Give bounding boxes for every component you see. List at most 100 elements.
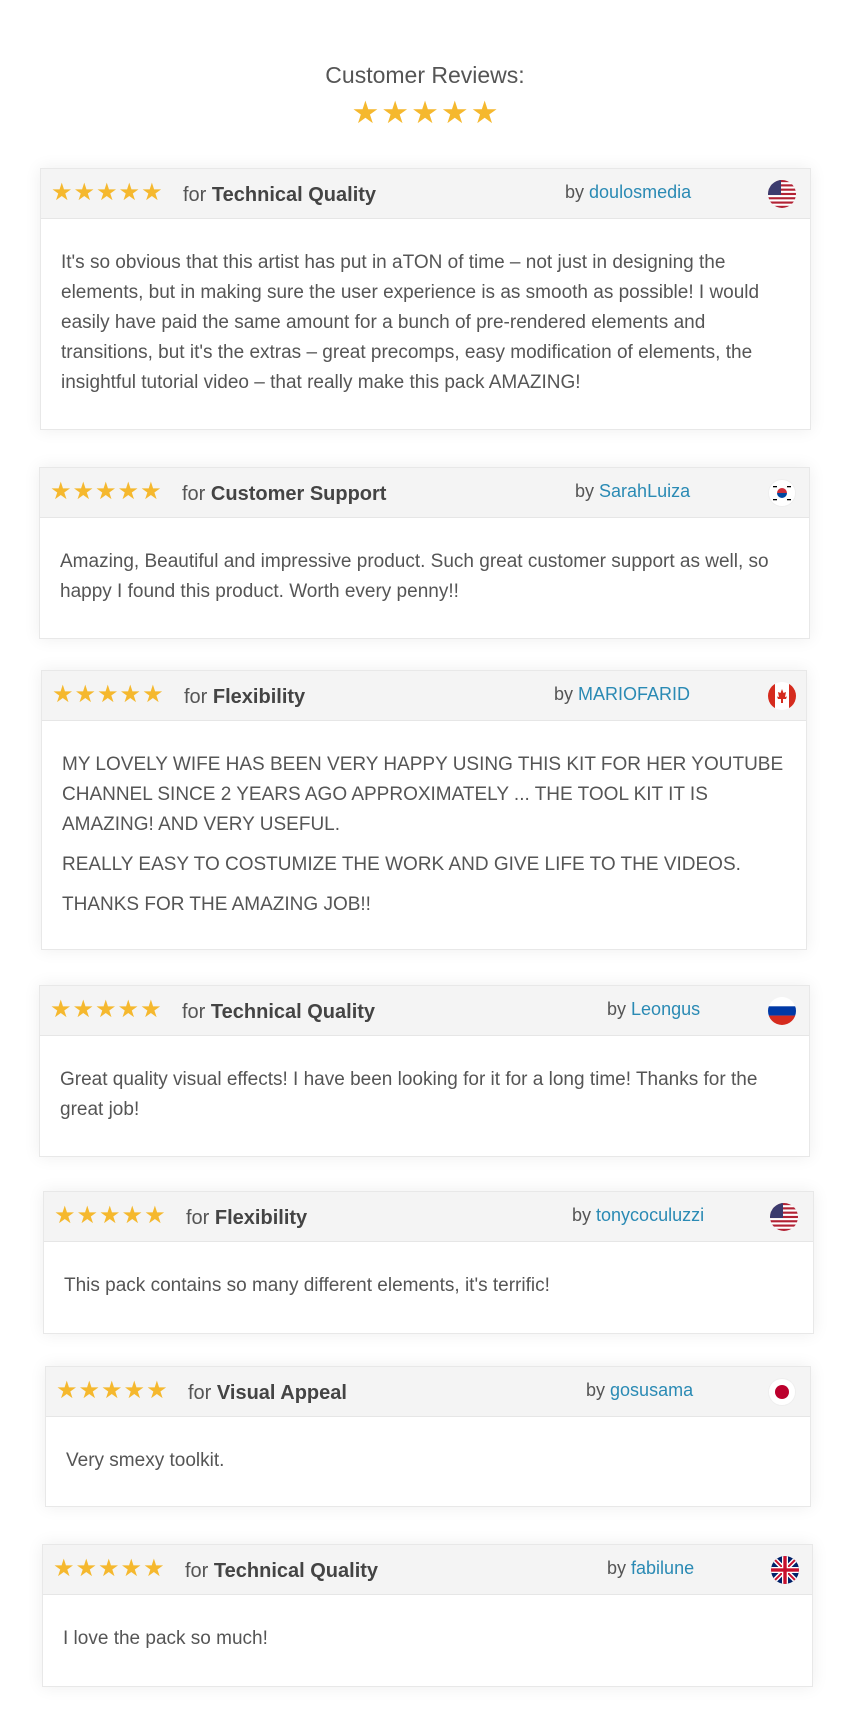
- review-paragraph: REALLY EASY TO COSTUMIZE THE WORK AND GI…: [62, 854, 741, 875]
- review-text: I love the pack so much!: [43, 1595, 812, 1674]
- star-icon: ★: [95, 478, 117, 505]
- star-icon: ★: [117, 478, 140, 505]
- star-icon: ★: [53, 1555, 75, 1582]
- overall-rating-stars: ★★★★★: [0, 95, 850, 131]
- review-card-header: ★★★★★ for Visual Appeal by gosusama: [46, 1367, 810, 1417]
- star-icon: ★: [74, 681, 97, 708]
- review-card-header: ★★★★★ for Customer Support by SarahLuiza: [40, 468, 809, 518]
- jp-flag-icon: [768, 1378, 796, 1406]
- review-card: ★★★★★ for Technical Quality by Leongus G…: [39, 985, 810, 1157]
- review-author-link[interactable]: SarahLuiza: [599, 481, 690, 501]
- review-paragraph: This pack contains so many different ele…: [64, 1275, 550, 1296]
- review-paragraph: It's so obvious that this artist has put…: [61, 252, 760, 393]
- review-text: Amazing, Beautiful and impressive produc…: [40, 518, 809, 627]
- review-author-link[interactable]: tonycoculuzzi: [596, 1205, 704, 1225]
- review-text: Very smexy toolkit.: [46, 1417, 810, 1496]
- star-icon: ★: [351, 95, 380, 130]
- star-icon: ★: [411, 95, 439, 130]
- review-rating-stars: ★★★★★: [51, 179, 164, 207]
- star-icon: ★: [140, 996, 162, 1023]
- star-icon: ★: [72, 996, 95, 1023]
- review-paragraph: Very smexy toolkit.: [66, 1450, 225, 1471]
- review-rating-stars: ★★★★★: [50, 996, 163, 1024]
- star-icon: ★: [117, 996, 140, 1023]
- review-paragraph: Great quality visual effects! I have bee…: [60, 1069, 758, 1120]
- review-paragraph: Amazing, Beautiful and impressive produc…: [60, 551, 769, 602]
- review-card-header: ★★★★★ for Flexibility by MARIOFARID: [42, 671, 806, 721]
- review-card-header: ★★★★★ for Technical Quality by fabilune: [43, 1545, 812, 1595]
- ca-flag-icon: [768, 682, 796, 710]
- review-category: for Visual Appeal: [188, 1382, 347, 1404]
- us-flag-icon: [770, 1203, 798, 1231]
- star-icon: ★: [97, 681, 119, 708]
- kr-flag-icon: [768, 479, 796, 507]
- review-author-link[interactable]: doulosmedia: [589, 182, 691, 202]
- star-icon: ★: [143, 1555, 165, 1582]
- review-rating-stars: ★★★★★: [50, 478, 163, 506]
- star-icon: ★: [118, 179, 141, 206]
- reviews-header: Customer Reviews: ★★★★★: [0, 62, 850, 131]
- star-icon: ★: [141, 179, 163, 206]
- review-category: for Technical Quality: [182, 1001, 376, 1023]
- review-category: for Flexibility: [184, 686, 306, 708]
- ru-flag-icon: [768, 997, 796, 1025]
- review-author-link[interactable]: gosusama: [610, 1380, 693, 1400]
- review-card: ★★★★★ for Flexibility by MARIOFARID MY L…: [41, 670, 807, 950]
- star-icon: ★: [98, 1555, 120, 1582]
- us-flag-icon: [768, 180, 796, 208]
- star-icon: ★: [101, 1377, 123, 1404]
- star-icon: ★: [99, 1202, 121, 1229]
- star-icon: ★: [470, 95, 499, 130]
- star-icon: ★: [72, 478, 95, 505]
- star-icon: ★: [140, 478, 162, 505]
- review-card-header: ★★★★★ for Technical Quality by Leongus: [40, 986, 809, 1036]
- star-icon: ★: [142, 681, 164, 708]
- star-icon: ★: [76, 1202, 99, 1229]
- review-rating-stars: ★★★★★: [53, 1555, 166, 1583]
- review-category: for Customer Support: [182, 483, 387, 505]
- review-card: ★★★★★ for Visual Appeal by gosusama Very…: [45, 1366, 811, 1507]
- review-author-line: by gosusama: [586, 1380, 694, 1400]
- star-icon: ★: [146, 1377, 168, 1404]
- review-card-header: ★★★★★ for Flexibility by tonycoculuzzi: [44, 1192, 813, 1242]
- star-icon: ★: [50, 996, 72, 1023]
- uk-flag-icon: [771, 1556, 799, 1584]
- review-category: for Technical Quality: [185, 1560, 379, 1582]
- review-text: Great quality visual effects! I have bee…: [40, 1036, 809, 1145]
- star-icon: ★: [51, 179, 73, 206]
- review-category: for Technical Quality: [183, 184, 377, 206]
- star-icon: ★: [121, 1202, 144, 1229]
- review-author-link[interactable]: fabilune: [631, 1558, 694, 1578]
- review-card: ★★★★★ for Flexibility by tonycoculuzzi T…: [43, 1191, 814, 1334]
- reviews-title: Customer Reviews:: [325, 62, 525, 88]
- review-rating-stars: ★★★★★: [56, 1377, 169, 1405]
- review-author-line: by tonycoculuzzi: [572, 1205, 705, 1225]
- star-icon: ★: [96, 179, 118, 206]
- review-author-line: by fabilune: [607, 1558, 695, 1578]
- review-author-link[interactable]: MARIOFARID: [578, 684, 690, 704]
- star-icon: ★: [78, 1377, 101, 1404]
- star-icon: ★: [56, 1377, 78, 1404]
- star-icon: ★: [75, 1555, 98, 1582]
- star-icon: ★: [120, 1555, 143, 1582]
- review-author-line: by SarahLuiza: [575, 481, 691, 501]
- star-icon: ★: [381, 95, 410, 130]
- star-icon: ★: [119, 681, 142, 708]
- review-card-header: ★★★★★ for Technical Quality by doulosmed…: [41, 169, 810, 219]
- review-author-line: by Leongus: [607, 999, 701, 1019]
- review-paragraph: I love the pack so much!: [63, 1628, 268, 1649]
- review-author-link[interactable]: Leongus: [631, 999, 700, 1019]
- star-icon: ★: [50, 478, 72, 505]
- review-paragraph: THANKS FOR THE AMAZING JOB!!: [62, 894, 371, 915]
- star-icon: ★: [95, 996, 117, 1023]
- review-text: MY LOVELY WIFE HAS BEEN VERY HAPPY USING…: [42, 721, 806, 940]
- review-rating-stars: ★★★★★: [54, 1202, 167, 1230]
- review-card: ★★★★★ for Customer Support by SarahLuiza…: [39, 467, 810, 639]
- review-author-line: by MARIOFARID: [554, 684, 691, 704]
- review-card: ★★★★★ for Technical Quality by fabilune …: [42, 1544, 813, 1687]
- star-icon: ★: [73, 179, 96, 206]
- review-author-line: by doulosmedia: [565, 182, 692, 202]
- review-card: ★★★★★ for Technical Quality by doulosmed…: [40, 168, 811, 430]
- review-category: for Flexibility: [186, 1207, 308, 1229]
- review-text: This pack contains so many different ele…: [44, 1242, 813, 1321]
